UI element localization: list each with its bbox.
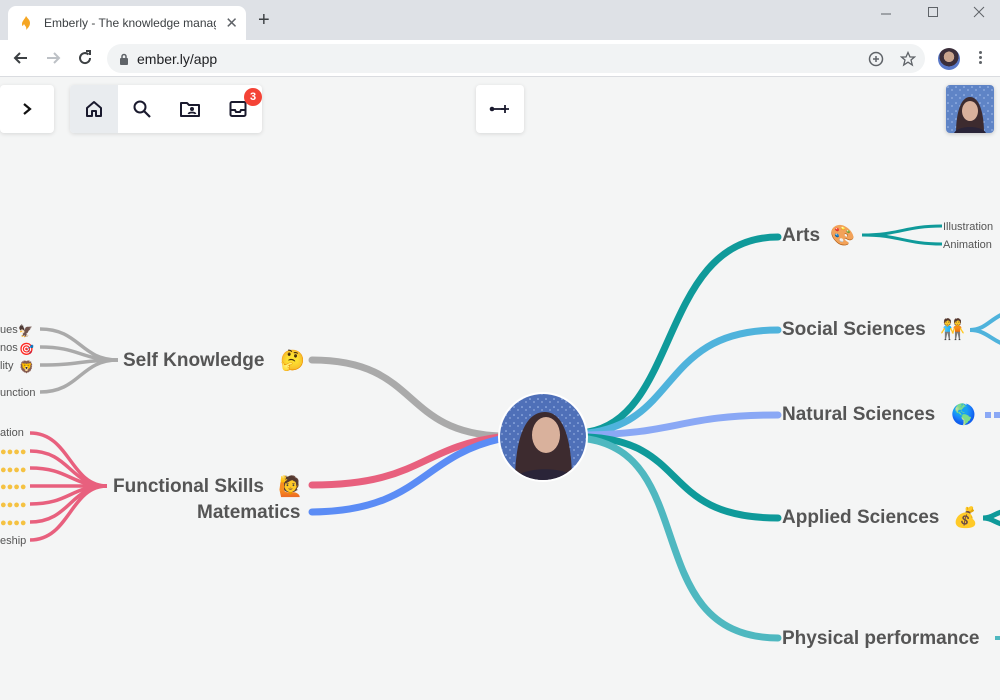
node-label-natural-sciences: Natural Sciences: [782, 404, 935, 425]
reload-icon[interactable]: [74, 47, 96, 69]
new-tab-button[interactable]: +: [258, 10, 270, 30]
eagle-icon: 🦅: [18, 323, 33, 338]
node-label-self-knowledge: Self Knowledge: [123, 350, 264, 371]
tab-title: Emberly - The knowledge manag: [44, 16, 216, 30]
lock-icon: [120, 53, 128, 65]
node-label-social-sciences: Social Sciences: [782, 319, 926, 340]
leaf-leadership: eship: [0, 535, 26, 547]
node-label-matematics: Matematics: [197, 502, 301, 523]
leaf-illustration: Illustration: [943, 221, 993, 233]
tab-close-icon[interactable]: ✕: [225, 14, 238, 32]
leaf-animation: Animation: [943, 239, 992, 251]
leaf-skill-2: ●●●●: [0, 446, 27, 458]
star-bookmark-icon[interactable]: [899, 50, 917, 68]
lion-icon: 🦁: [19, 360, 34, 374]
leaf-personality: lity: [0, 360, 14, 372]
branch-self-knowledge[interactable]: Self Knowledge 🤔 ues 🦅 nos 🎯 lity 🦁 unct…: [0, 323, 504, 440]
url-text: ember.ly/app: [137, 50, 218, 67]
address-bar[interactable]: ember.ly/app: [107, 44, 925, 73]
mind-map-canvas[interactable]: Arts 🎨 Illustration Animation Social Sci…: [0, 77, 1000, 700]
browser-tab[interactable]: Emberly - The knowledge manag ✕: [8, 6, 246, 40]
add-circle-icon[interactable]: [867, 50, 885, 68]
target-icon: 🎯: [19, 342, 34, 356]
leaf-skill-5: ●●●●: [0, 499, 27, 511]
minimize-icon[interactable]: [880, 8, 892, 20]
center-node-avatar[interactable]: [498, 392, 588, 482]
globe-icon: 🌎: [951, 402, 976, 426]
leaf-skill-4: ●●●●: [0, 481, 27, 493]
leaf-skill-3: ●●●●: [0, 464, 27, 476]
browser-toolbar: ember.ly/app: [0, 40, 1000, 77]
leaf-function: unction: [0, 387, 35, 399]
branch-functional-skills[interactable]: Functional Skills 🙋 ation ●●●● ●●●● ●●●●…: [0, 427, 504, 547]
browser-tab-bar: Emberly - The knowledge manag ✕ +: [0, 0, 1000, 40]
browser-profile-avatar[interactable]: [938, 48, 960, 70]
palette-icon: 🎨: [830, 223, 855, 247]
leaf-skill-6: ●●●●: [0, 517, 27, 529]
branch-physical-performance[interactable]: Physical performance: [584, 435, 1000, 649]
back-arrow-icon[interactable]: [10, 47, 32, 69]
node-label-applied-sciences: Applied Sciences: [782, 507, 939, 528]
person-raising-hand-icon: 🙋: [278, 474, 303, 498]
browser-menu-icon[interactable]: [974, 49, 986, 69]
node-label-arts: Arts: [782, 225, 820, 246]
leaf-values: ues: [0, 324, 18, 336]
leaf-skill-1: ation: [0, 427, 24, 439]
forward-arrow-icon[interactable]: [42, 47, 64, 69]
people-holding-hands-icon: 🧑‍🤝‍🧑: [940, 317, 965, 341]
window-close-icon[interactable]: [973, 6, 985, 18]
leaf-ethos: nos: [0, 342, 18, 354]
money-bag-icon: 💰: [953, 505, 978, 529]
emberly-logo-icon: [22, 16, 30, 30]
thinking-face-icon: 🤔: [280, 349, 305, 372]
node-label-functional-skills: Functional Skills: [113, 476, 264, 497]
node-label-physical-performance: Physical performance: [782, 628, 979, 649]
maximize-icon[interactable]: [927, 6, 939, 18]
